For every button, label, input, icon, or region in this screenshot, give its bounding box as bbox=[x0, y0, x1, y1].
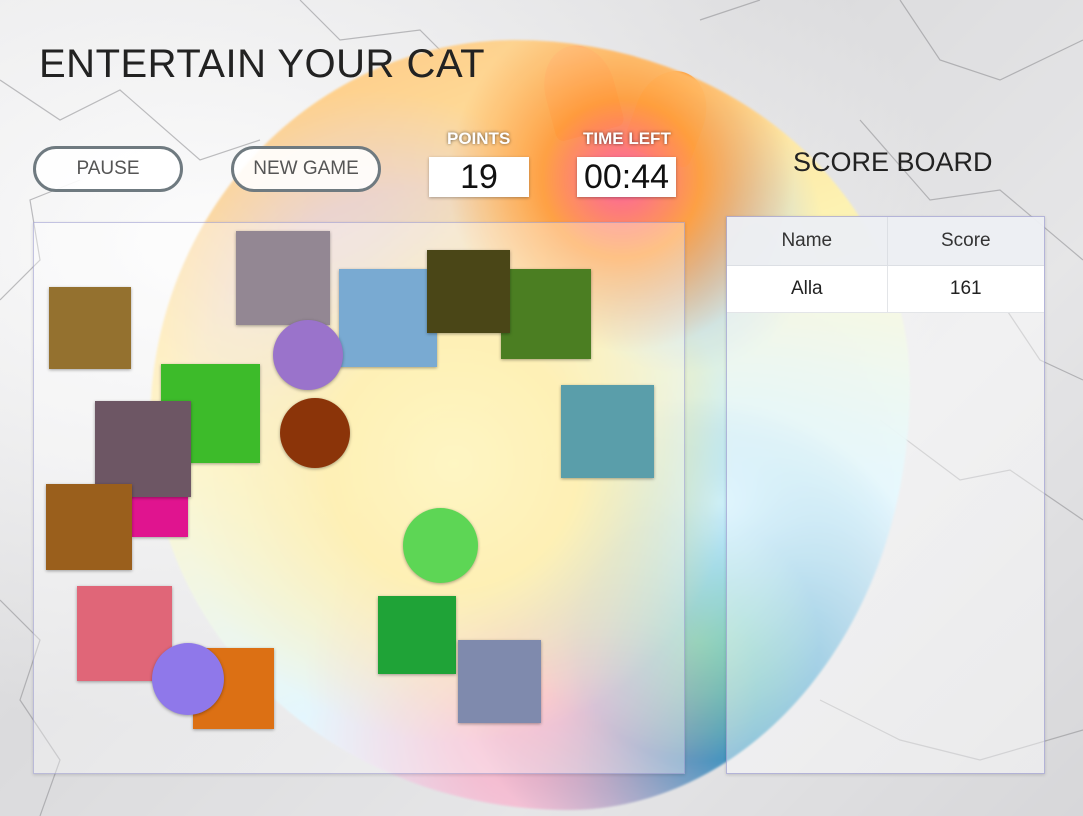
game-shape[interactable] bbox=[152, 643, 224, 715]
new-game-button[interactable]: NEW GAME bbox=[231, 146, 381, 192]
column-header-name: Name bbox=[727, 217, 888, 266]
game-shape[interactable] bbox=[403, 508, 478, 583]
game-shape[interactable] bbox=[339, 269, 437, 367]
player-score: 161 bbox=[887, 265, 1044, 313]
score-board-panel: Name Score Alla 161 bbox=[726, 216, 1045, 774]
game-shape[interactable] bbox=[236, 231, 330, 325]
points-label: POINTS bbox=[447, 129, 511, 148]
score-table: Name Score Alla 161 bbox=[727, 217, 1044, 313]
game-shape[interactable] bbox=[561, 385, 654, 478]
game-shape[interactable] bbox=[501, 269, 591, 359]
game-shape[interactable] bbox=[49, 287, 131, 369]
time-left-value: 00:44 bbox=[577, 157, 676, 197]
game-shape[interactable] bbox=[132, 493, 188, 537]
game-shape[interactable] bbox=[458, 640, 541, 723]
game-shape[interactable] bbox=[95, 401, 191, 497]
points-value: 19 bbox=[429, 157, 529, 197]
game-shape[interactable] bbox=[273, 320, 343, 390]
table-row: Alla 161 bbox=[727, 265, 1044, 313]
game-shape[interactable] bbox=[46, 484, 132, 570]
game-shape[interactable] bbox=[378, 596, 456, 674]
score-board-title: SCORE BOARD bbox=[793, 147, 993, 177]
page-title: ENTERTAIN YOUR CAT bbox=[39, 42, 486, 86]
column-header-score: Score bbox=[887, 217, 1044, 266]
game-shape[interactable] bbox=[280, 398, 350, 468]
game-area[interactable] bbox=[33, 222, 685, 774]
game-shape[interactable] bbox=[427, 250, 510, 333]
time-left-label: TIME LEFT bbox=[583, 129, 671, 148]
pause-button[interactable]: PAUSE bbox=[33, 146, 183, 192]
player-name: Alla bbox=[727, 265, 888, 313]
